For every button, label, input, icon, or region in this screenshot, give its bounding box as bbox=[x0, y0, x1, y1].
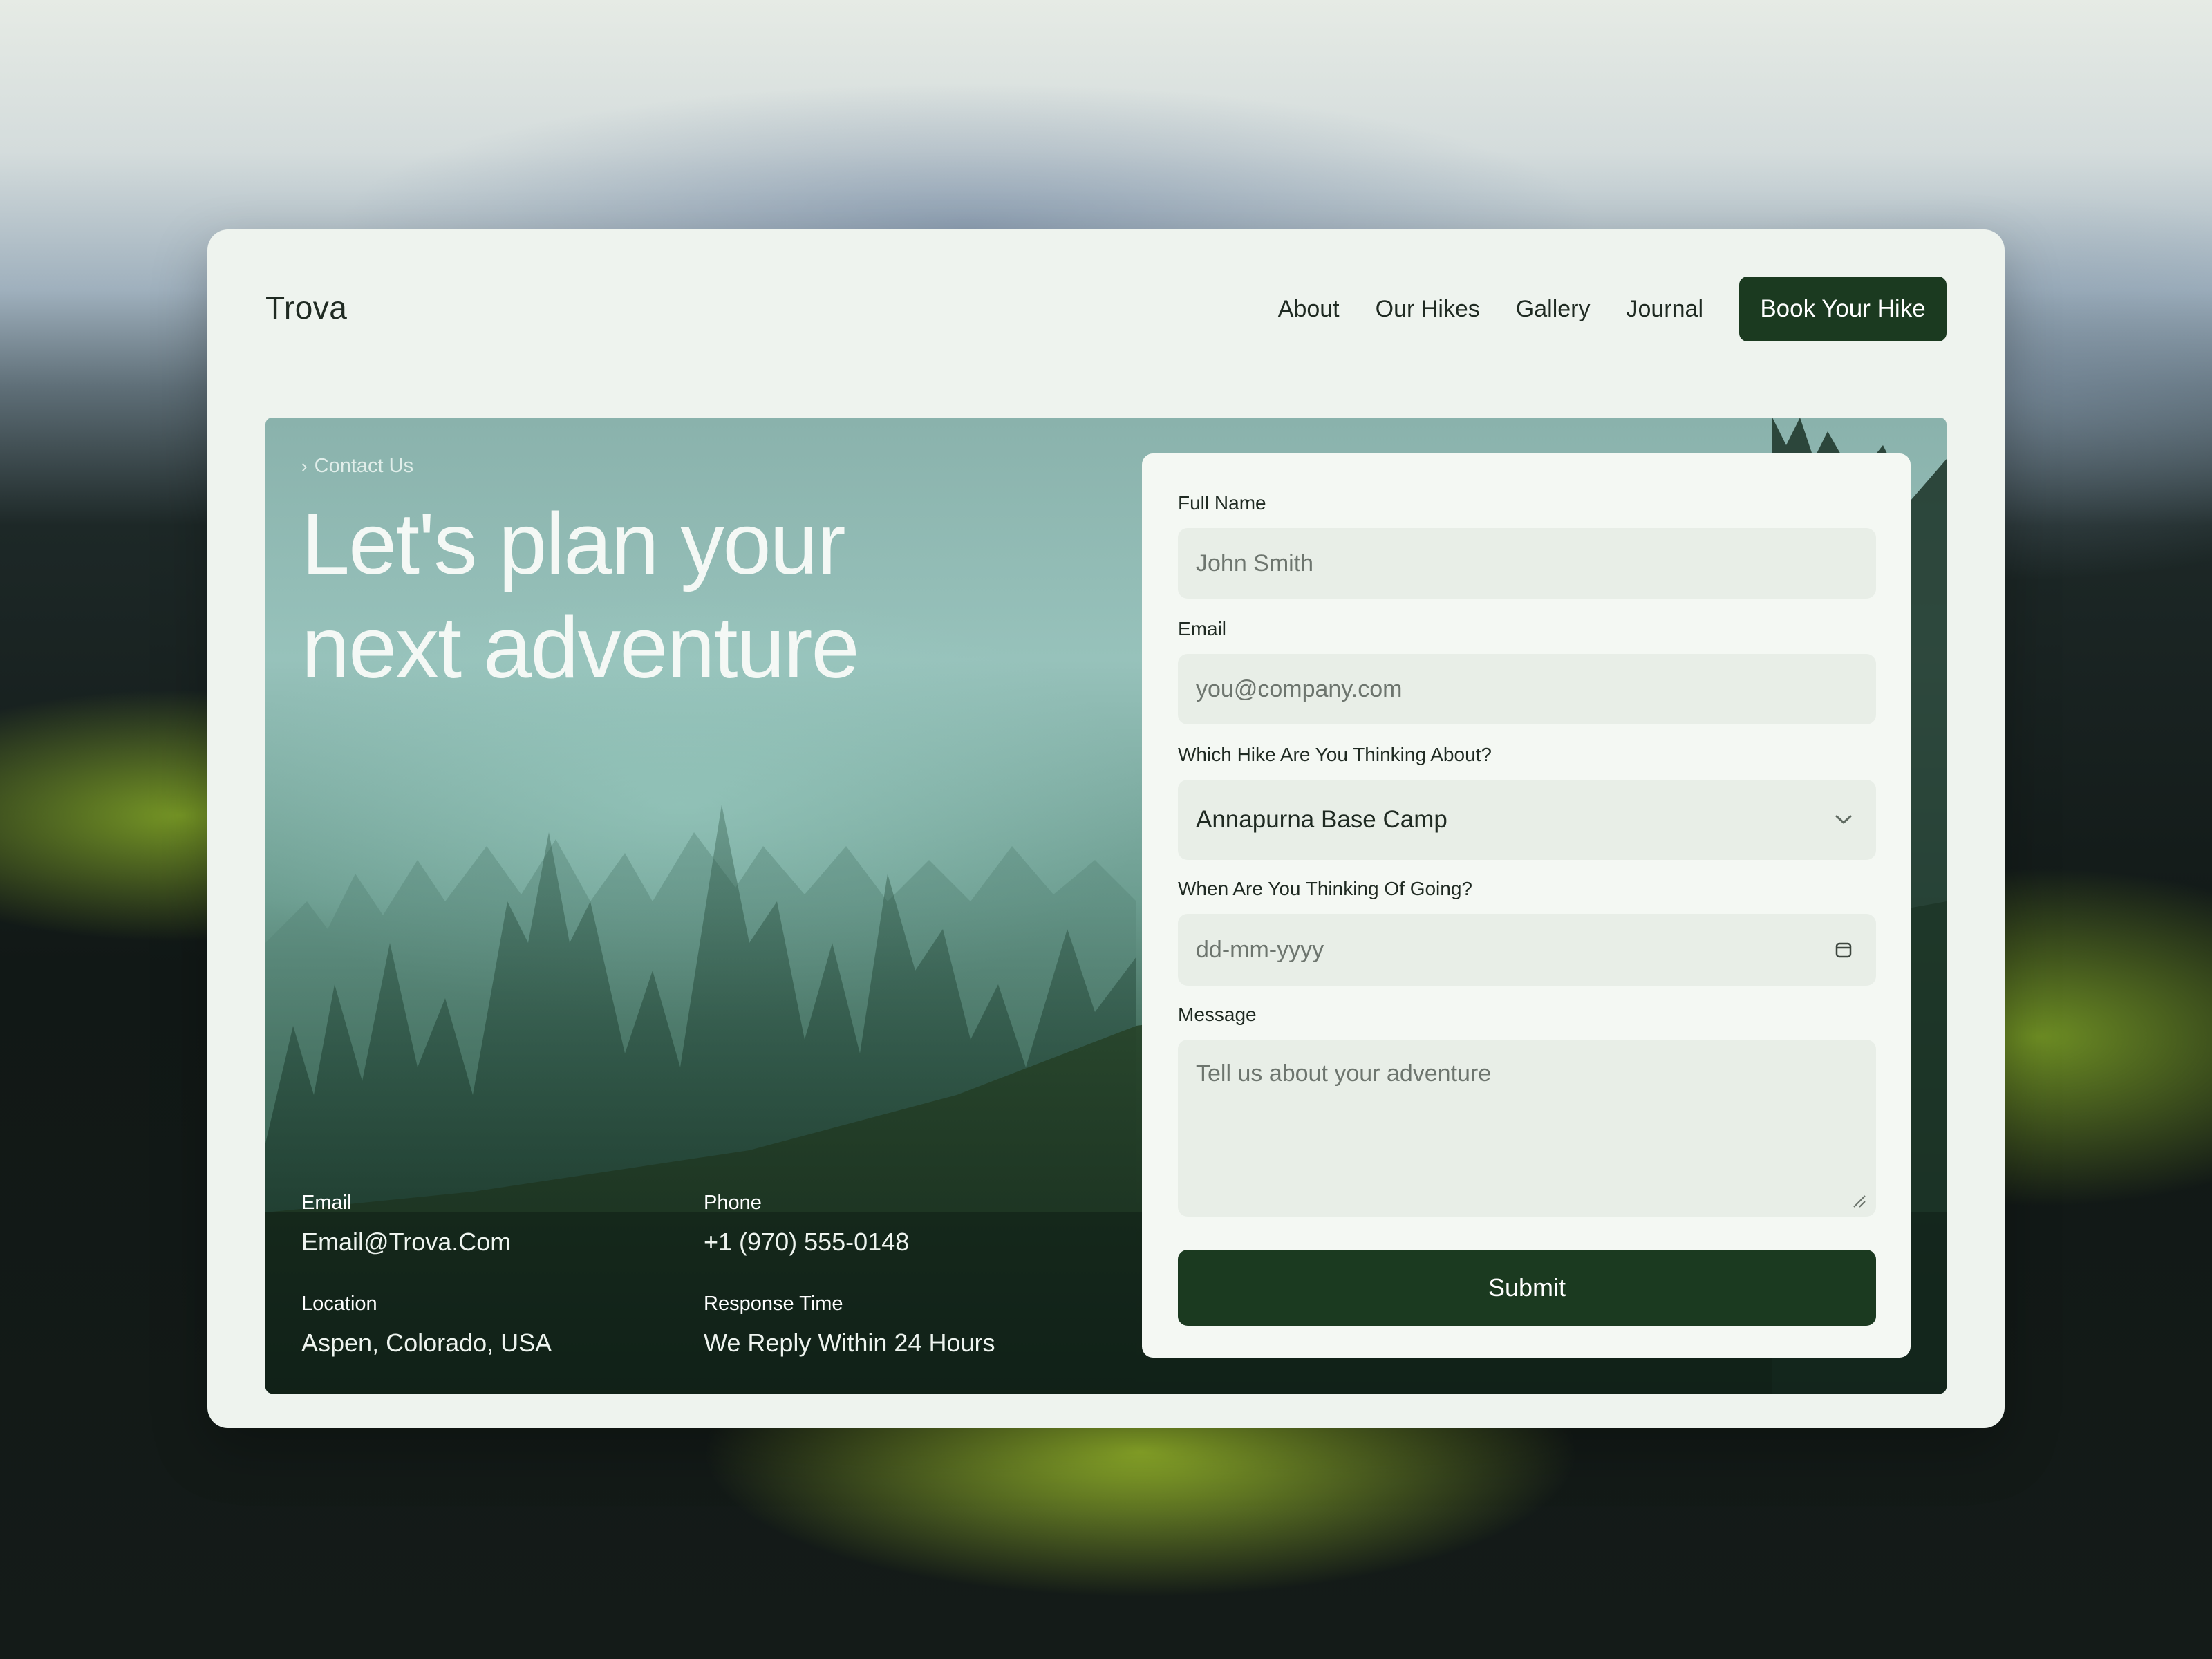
full-name-input[interactable]: John Smith bbox=[1178, 528, 1876, 599]
contact-email-label: Email bbox=[301, 1192, 352, 1214]
chevron-right-icon: › bbox=[301, 456, 308, 476]
chevron-down-icon bbox=[1835, 815, 1852, 824]
response-time-value: We Reply Within 24 Hours bbox=[704, 1329, 995, 1357]
contact-email-value[interactable]: Email@Trova.Com bbox=[301, 1228, 511, 1257]
headline-line-2: next adventure bbox=[301, 599, 860, 696]
hike-selected-value: Annapurna Base Camp bbox=[1196, 806, 1447, 833]
message-label: Message bbox=[1178, 1004, 1257, 1025]
hike-label: Which Hike Are You Thinking About? bbox=[1178, 744, 1492, 765]
contact-page-window: Trova About Our Hikes Gallery Journal Bo… bbox=[207, 229, 2005, 1428]
full-name-placeholder: John Smith bbox=[1196, 550, 1314, 577]
resize-handle-icon[interactable] bbox=[1851, 1193, 1866, 1208]
response-time-label: Response Time bbox=[704, 1293, 843, 1315]
date-input[interactable]: dd-mm-yyyy bbox=[1178, 914, 1876, 986]
message-textarea[interactable]: Tell us about your adventure bbox=[1178, 1040, 1876, 1217]
email-label: Email bbox=[1178, 618, 1227, 639]
hike-select[interactable]: Annapurna Base Camp bbox=[1178, 780, 1876, 860]
email-input[interactable]: you@company.com bbox=[1178, 654, 1876, 724]
brand-logo[interactable]: Trova bbox=[265, 289, 347, 326]
message-placeholder: Tell us about your adventure bbox=[1196, 1060, 1492, 1087]
breadcrumb-contact-us: Contact Us bbox=[314, 455, 414, 477]
submit-button[interactable]: Submit bbox=[1178, 1250, 1876, 1326]
book-your-hike-button[interactable]: Book Your Hike bbox=[1739, 276, 1947, 341]
nav-link-journal[interactable]: Journal bbox=[1626, 276, 1703, 341]
date-label: When Are You Thinking Of Going? bbox=[1178, 878, 1472, 899]
headline-line-1: Let's plan your bbox=[301, 495, 846, 592]
date-placeholder: dd-mm-yyyy bbox=[1196, 936, 1324, 963]
breadcrumb[interactable]: › Contact Us bbox=[301, 455, 413, 478]
contact-location-label: Location bbox=[301, 1293, 377, 1315]
full-name-label: Full Name bbox=[1178, 492, 1266, 514]
nav-link-about[interactable]: About bbox=[1278, 276, 1340, 341]
nav-link-our-hikes[interactable]: Our Hikes bbox=[1376, 276, 1480, 341]
contact-location-value: Aspen, Colorado, USA bbox=[301, 1329, 552, 1357]
page-headline: Let's plan your next adventure bbox=[301, 492, 1062, 700]
email-placeholder: you@company.com bbox=[1196, 675, 1403, 702]
contact-form: Full Name John Smith Email you@company.c… bbox=[1142, 453, 1911, 1358]
contact-phone-label: Phone bbox=[704, 1192, 762, 1214]
contact-phone-value[interactable]: +1 (970) 555-0148 bbox=[704, 1228, 909, 1257]
calendar-icon[interactable] bbox=[1835, 941, 1853, 959]
hero-section: › Contact Us Let's plan your next advent… bbox=[265, 418, 1947, 1394]
nav-link-gallery[interactable]: Gallery bbox=[1516, 276, 1591, 341]
main-nav: About Our Hikes Gallery Journal Book You… bbox=[1278, 276, 1947, 341]
